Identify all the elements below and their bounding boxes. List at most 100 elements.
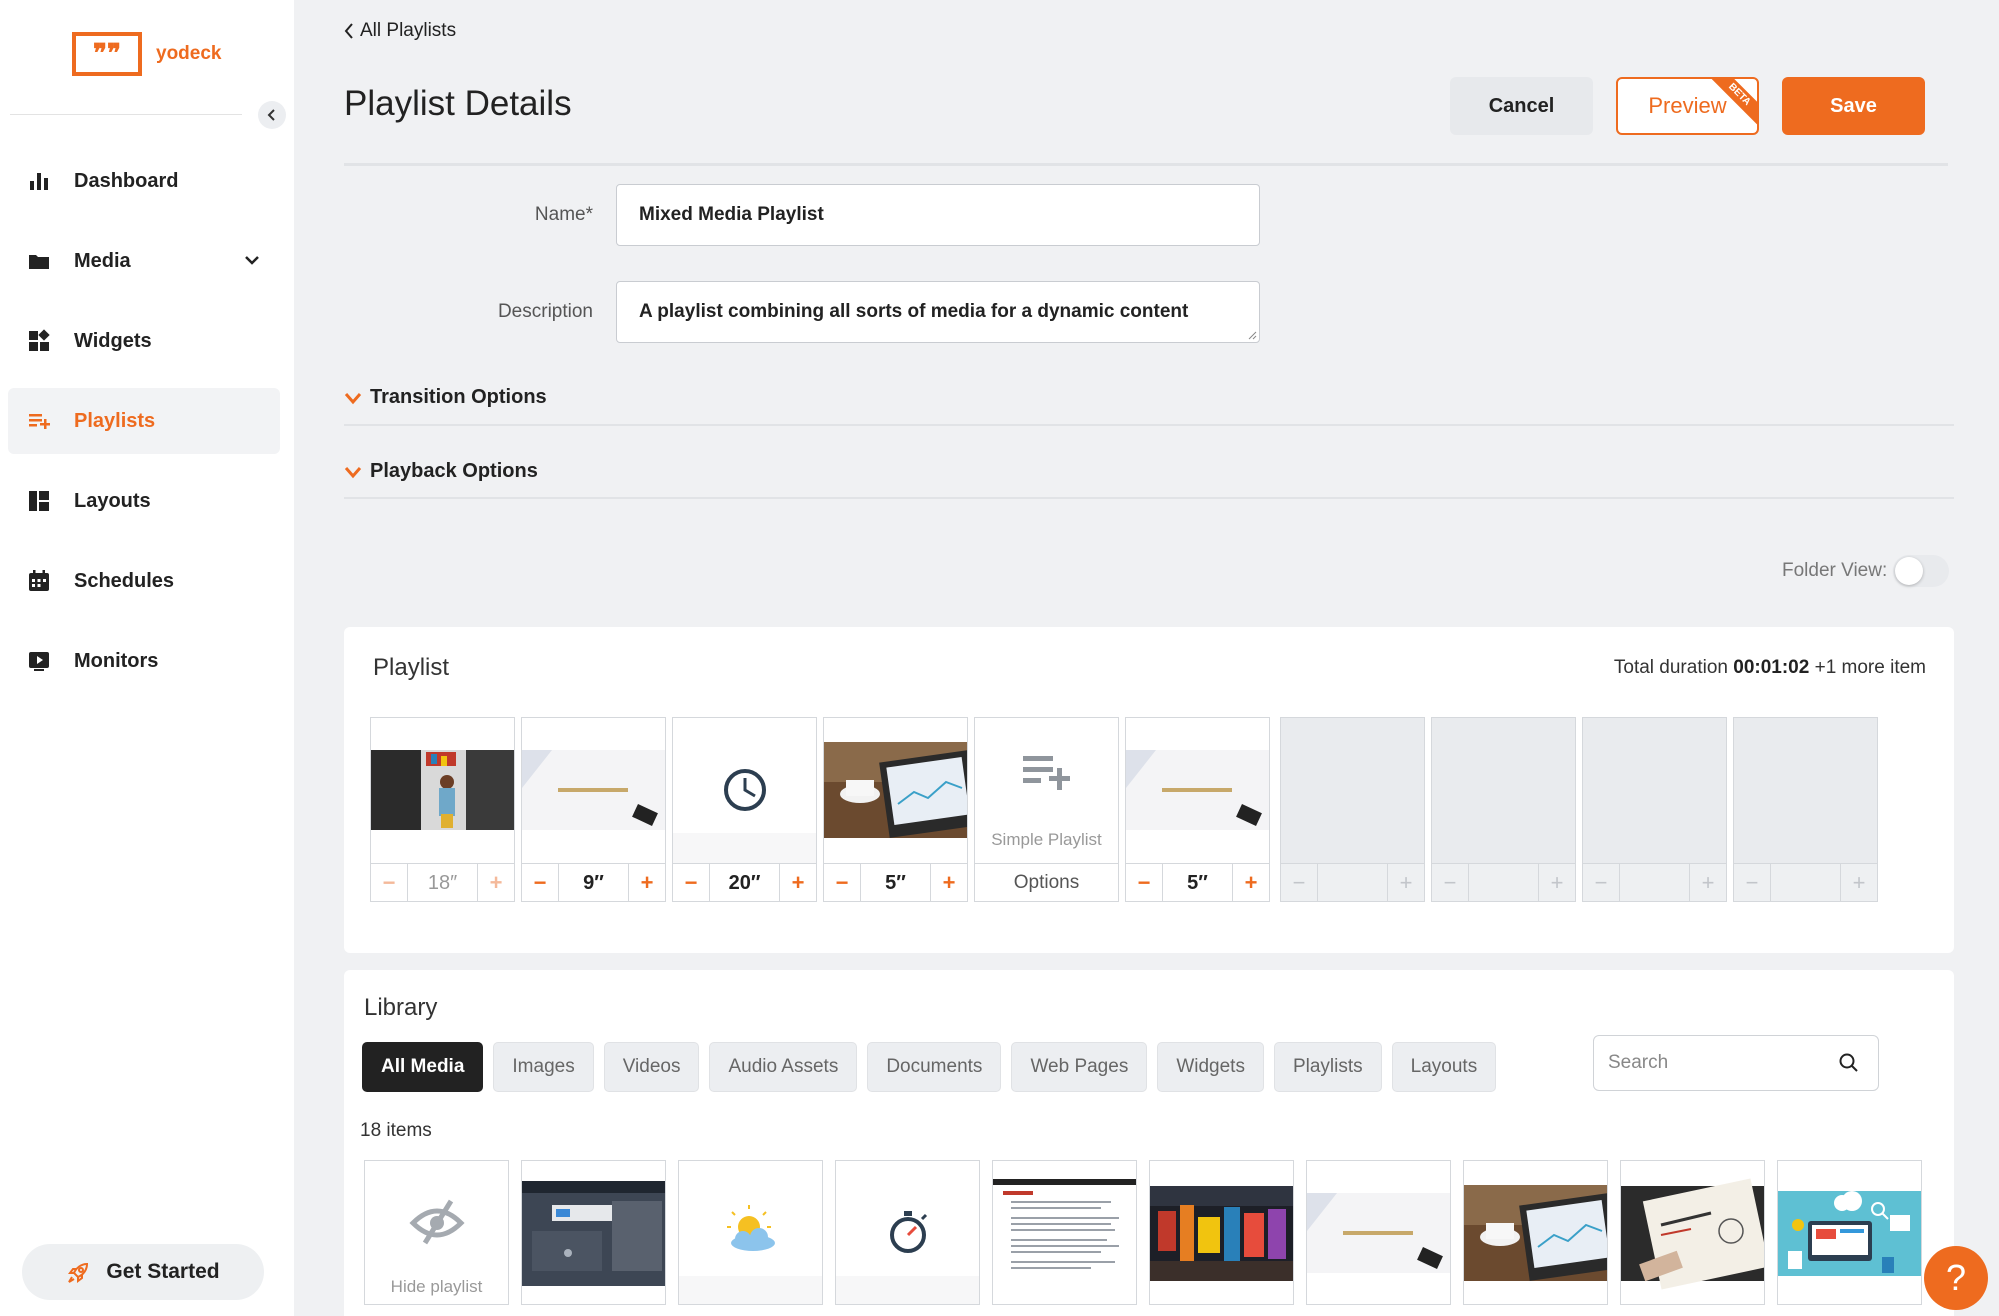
tab-all-media[interactable]: All Media xyxy=(362,1042,484,1092)
sidebar-item-label: Monitors xyxy=(74,649,159,672)
increase-duration-button[interactable]: + xyxy=(780,864,816,902)
slot-controls: Options xyxy=(975,863,1118,901)
library-item[interactable] xyxy=(1620,1160,1765,1305)
playlist-slot[interactable]: − 18″ + xyxy=(370,717,515,902)
tab-documents[interactable]: Documents xyxy=(867,1042,1002,1092)
playlist-slot[interactable]: − 5″ + xyxy=(823,717,968,902)
title-divider xyxy=(344,163,1948,166)
library-item[interactable] xyxy=(1463,1160,1608,1305)
cloud-computing-illustration xyxy=(1778,1191,1921,1276)
tab-layouts[interactable]: Layouts xyxy=(1391,1042,1497,1092)
chevron-down-icon xyxy=(344,466,362,478)
slot-duration xyxy=(1619,864,1690,902)
tab-web-pages[interactable]: Web Pages xyxy=(1011,1042,1148,1092)
empty-slot-area xyxy=(1583,718,1726,863)
search-icon[interactable] xyxy=(1838,1052,1860,1074)
description-field[interactable]: A playlist combining all sorts of media … xyxy=(616,281,1260,343)
image-thumbnail xyxy=(1307,1193,1450,1273)
tab-playlists[interactable]: Playlists xyxy=(1273,1042,1382,1092)
collapse-sidebar-button[interactable] xyxy=(258,101,286,129)
increase-duration-button: + xyxy=(1701,870,1715,895)
sidebar-item-dashboard[interactable]: Dashboard xyxy=(8,148,280,214)
decrease-duration-button[interactable]: − xyxy=(371,864,407,902)
sidebar-item-label: Schedules xyxy=(74,569,175,592)
library-item[interactable] xyxy=(521,1160,666,1305)
transition-options-label: Transition Options xyxy=(370,386,547,408)
playlist-slot[interactable]: − 9″ + xyxy=(521,717,666,902)
library-card: Library All Media Images Videos Audio As… xyxy=(344,970,1954,1316)
playlist-options-button[interactable]: Options xyxy=(975,864,1118,901)
sidebar-item-layouts[interactable]: Layouts xyxy=(8,468,280,534)
library-item[interactable] xyxy=(835,1160,980,1305)
sidebar-item-media[interactable]: Media xyxy=(8,228,280,294)
sidebar-item-widgets[interactable]: Widgets xyxy=(8,308,280,374)
increase-duration-button[interactable]: + xyxy=(629,864,665,902)
clock-widget-thumbnail xyxy=(673,718,816,863)
sidebar-item-playlists[interactable]: Playlists xyxy=(8,388,280,454)
save-button[interactable]: Save xyxy=(1782,77,1925,135)
tab-images[interactable]: Images xyxy=(493,1042,594,1092)
image-thumbnail xyxy=(371,718,514,863)
tab-widgets[interactable]: Widgets xyxy=(1157,1042,1264,1092)
library-item[interactable] xyxy=(1149,1160,1294,1305)
sidebar-divider xyxy=(10,114,242,115)
hide-playlist-tile[interactable]: Hide playlist xyxy=(364,1160,509,1305)
decrease-duration-button[interactable]: − xyxy=(824,864,860,902)
toggle-knob xyxy=(1895,557,1924,585)
duration-controls: − 20″ + xyxy=(673,863,816,902)
empty-playlist-slot: − + xyxy=(1431,717,1576,902)
sidebar-item-monitors[interactable]: Monitors xyxy=(8,628,280,694)
folder-view-toggle[interactable] xyxy=(1893,555,1950,587)
name-field[interactable]: Mixed Media Playlist xyxy=(616,184,1260,246)
decrease-duration-button: − xyxy=(1292,870,1306,895)
tab-audio-assets[interactable]: Audio Assets xyxy=(709,1042,858,1092)
tab-videos[interactable]: Videos xyxy=(603,1042,700,1092)
document-thumbnail xyxy=(993,1179,1136,1287)
decrease-duration-button[interactable]: − xyxy=(1126,864,1162,902)
stopwatch-icon xyxy=(836,1211,979,1304)
resize-grip-icon[interactable] xyxy=(1247,330,1257,340)
playback-options-toggle[interactable]: Playback Options xyxy=(344,460,538,483)
bar-chart-icon xyxy=(26,168,52,194)
playlist-slot[interactable]: Simple Playlist Options xyxy=(974,717,1119,902)
weather-sun-cloud-icon xyxy=(679,1205,822,1304)
help-button[interactable]: ? xyxy=(1924,1246,1988,1310)
increase-duration-button[interactable]: + xyxy=(1233,864,1269,902)
get-started-label: Get Started xyxy=(106,1260,220,1283)
search-input[interactable]: Search xyxy=(1593,1035,1879,1091)
rocket-icon xyxy=(68,1262,89,1283)
sidebar-item-label: Playlists xyxy=(74,409,156,432)
library-tabs: All Media Images Videos Audio Assets Doc… xyxy=(362,1042,1497,1092)
playlist-slot[interactable]: − 20″ + xyxy=(672,717,817,902)
empty-playlist-slot: − + xyxy=(1280,717,1425,902)
decrease-duration-button[interactable]: − xyxy=(522,864,558,902)
planning-notebook-image xyxy=(1621,1178,1764,1290)
increase-duration-button[interactable]: + xyxy=(931,864,967,902)
chevron-down-icon[interactable] xyxy=(242,250,262,270)
playlist-slot[interactable]: − 5″ + xyxy=(1125,717,1270,902)
library-item[interactable] xyxy=(678,1160,823,1305)
decrease-duration-button[interactable]: − xyxy=(673,864,709,902)
cancel-button[interactable]: Cancel xyxy=(1450,77,1593,135)
folder-view: Folder View: xyxy=(1782,555,1950,587)
slot-duration: 9″ xyxy=(558,864,629,902)
total-duration-label: Total duration xyxy=(1613,657,1728,678)
chevron-left-icon xyxy=(267,109,275,121)
logo-quote-icon: ❞❞ xyxy=(72,32,142,76)
back-to-playlists-link[interactable]: All Playlists xyxy=(344,20,456,42)
sidebar-item-schedules[interactable]: Schedules xyxy=(8,548,280,614)
logo[interactable]: ❞❞ yodeck xyxy=(72,32,221,76)
library-item[interactable] xyxy=(992,1160,1137,1305)
get-started-button[interactable]: Get Started xyxy=(22,1244,264,1300)
increase-duration-button[interactable]: + xyxy=(478,864,514,902)
search-placeholder: Search xyxy=(1608,1052,1669,1073)
slot-duration xyxy=(1770,864,1841,902)
preview-button[interactable]: Preview BETA xyxy=(1616,77,1759,135)
playlist-title: Playlist xyxy=(373,654,450,681)
library-item[interactable] xyxy=(1777,1160,1922,1305)
transition-options-toggle[interactable]: Transition Options xyxy=(344,386,547,409)
library-item[interactable] xyxy=(1306,1160,1451,1305)
image-thumbnail xyxy=(824,718,967,863)
increase-duration-button: + xyxy=(1399,870,1413,895)
image-thumbnail xyxy=(1464,1185,1607,1281)
